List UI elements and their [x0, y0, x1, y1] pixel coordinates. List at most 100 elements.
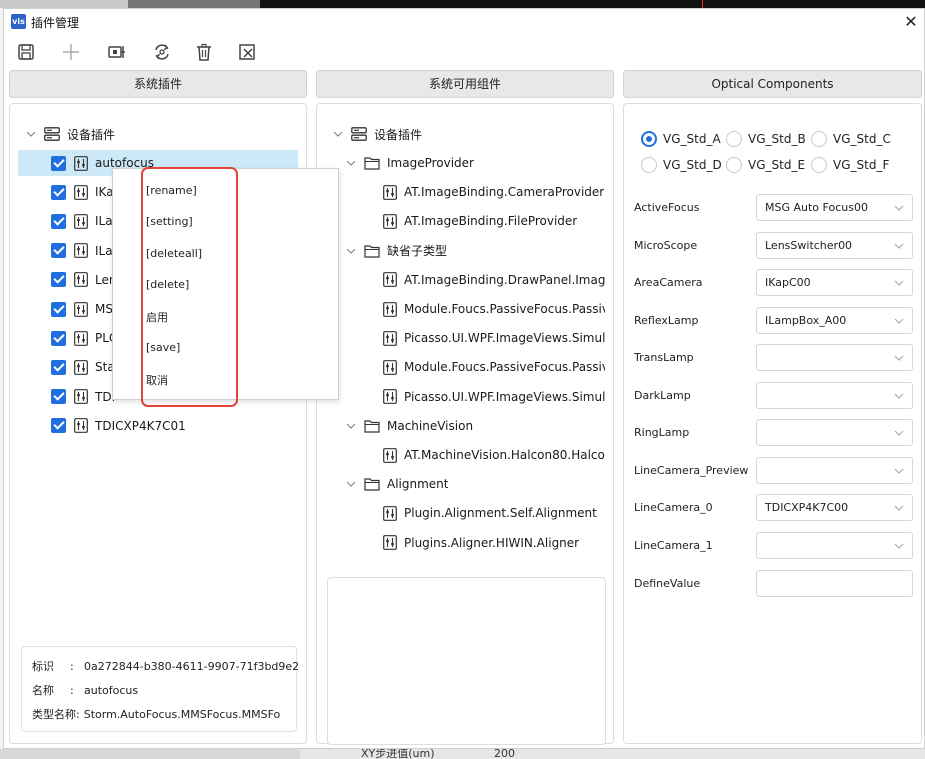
tab-system-plugins[interactable]: 系统插件 — [9, 70, 307, 98]
context-menu: [rename] [setting] [deleteall] [delete] 启用 [s… — [112, 168, 339, 400]
checkbox[interactable] — [51, 301, 66, 317]
info-name-value: autofocus — [84, 684, 139, 697]
chevron-down-icon[interactable] — [346, 246, 356, 256]
radio-button[interactable] — [641, 131, 657, 147]
close-button[interactable]: ✕ — [900, 11, 922, 33]
radio-button[interactable] — [811, 131, 827, 147]
plugin-icon — [74, 184, 88, 200]
property-select[interactable] — [756, 456, 913, 484]
property-select[interactable] — [756, 419, 913, 446]
context-menu-item[interactable]: [save] — [146, 341, 180, 354]
group-label: MachineVision — [387, 418, 474, 433]
background-red-line — [702, 0, 703, 8]
plugin-icon — [383, 330, 397, 346]
component-item[interactable]: Module.Foucs.PassiveFocus.PassiveFc — [383, 354, 605, 380]
plugin-row[interactable]: IKa — [18, 179, 114, 205]
property-select[interactable] — [756, 344, 913, 371]
property-select[interactable] — [756, 531, 913, 559]
radio-button[interactable] — [726, 157, 742, 173]
component-item[interactable]: AT.ImageBinding.CameraProvider — [383, 179, 605, 205]
property-value: IKapC00 — [765, 276, 811, 289]
context-menu-item[interactable]: [delete] — [146, 278, 189, 291]
chevron-down-icon[interactable] — [26, 129, 36, 139]
delete-icon[interactable] — [192, 40, 216, 64]
plugin-label: MS — [95, 302, 113, 316]
plugin-row[interactable]: Sta — [18, 354, 115, 380]
radio-button[interactable] — [641, 157, 657, 173]
property-select[interactable] — [756, 381, 913, 409]
add-icon[interactable] — [59, 40, 83, 64]
radio-option[interactable]: VG_Std_B — [726, 131, 806, 147]
plugin-icon — [383, 505, 397, 521]
component-item[interactable]: AT.ImageBinding.FileProvider — [383, 208, 605, 234]
folder-icon — [364, 156, 380, 170]
radio-button[interactable] — [726, 131, 742, 147]
refresh-icon[interactable] — [150, 40, 174, 64]
info-type-key: 类型名称: — [32, 708, 80, 721]
plugin-icon — [74, 155, 88, 171]
plugin-row[interactable]: TDICXP4K7C01 — [18, 413, 186, 439]
chevron-down-icon[interactable] — [346, 421, 356, 431]
property-select[interactable]: IKapC00 — [756, 269, 913, 296]
context-menu-item[interactable]: [deleteall] — [146, 247, 202, 260]
tab-available-components[interactable]: 系统可用组件 — [316, 70, 614, 98]
context-menu-item[interactable]: [rename] — [146, 184, 197, 197]
checkbox[interactable] — [51, 243, 66, 259]
checkbox[interactable] — [51, 418, 66, 434]
property-select[interactable]: LensSwitcher00 — [756, 231, 913, 259]
component-item[interactable]: AT.MachineVision.Halcon80.Halcon1! — [383, 442, 605, 468]
mid-tree-root[interactable]: 设备插件 — [333, 121, 422, 147]
checkbox[interactable] — [51, 155, 66, 171]
component-item[interactable]: Module.Foucs.PassiveFocus.PassiveFc — [383, 296, 605, 322]
server-icon — [351, 127, 367, 141]
property-select[interactable]: TDICXP4K7C00 — [756, 494, 913, 521]
component-item[interactable]: AT.ImageBinding.DrawPanel.ImagePr — [383, 267, 605, 293]
checkbox[interactable] — [51, 272, 66, 288]
save-icon[interactable] — [14, 40, 38, 64]
plugin-info-box: 标识:0a272844-b380-4611-9907-71f3bd9e2 名称:… — [21, 646, 299, 732]
chevron-down-icon[interactable] — [346, 479, 356, 489]
radio-option[interactable]: VG_Std_D — [641, 157, 722, 173]
chevron-down-icon[interactable] — [346, 158, 356, 168]
clear-icon[interactable] — [235, 40, 259, 64]
component-detail-box — [327, 577, 606, 745]
chevron-down-icon — [894, 203, 904, 213]
checkbox[interactable] — [51, 184, 66, 200]
define-value-input[interactable] — [756, 570, 913, 597]
tab-optical-components[interactable]: Optical Components — [623, 70, 922, 98]
property-select[interactable]: ILampBox_A00 — [756, 306, 913, 334]
plugin-row[interactable]: ILar — [18, 208, 118, 234]
radio-option[interactable]: VG_Std_F — [811, 157, 889, 173]
plugin-row[interactable]: TDI — [18, 384, 115, 410]
component-item[interactable]: Picasso.UI.WPF.ImageViews.Simulate — [383, 325, 605, 351]
checkbox[interactable] — [51, 359, 66, 375]
checkbox[interactable] — [51, 330, 66, 346]
mid-tree-root-label: 设备插件 — [374, 127, 423, 142]
context-menu-item[interactable]: 取消 — [146, 372, 168, 388]
component-group[interactable]: 缺省子类型 — [346, 238, 447, 264]
radio-button[interactable] — [811, 157, 827, 173]
context-menu-item[interactable]: 启用 — [146, 309, 168, 325]
radio-option[interactable]: VG_Std_E — [726, 157, 805, 173]
plugin-row[interactable]: PLC — [18, 325, 117, 351]
chevron-down-icon[interactable] — [333, 129, 343, 139]
plugin-row[interactable]: MS — [18, 296, 113, 322]
component-group[interactable]: ImageProvider — [346, 150, 474, 176]
tree-root-device-plugins[interactable]: 设备插件 — [26, 121, 115, 147]
checkbox[interactable] — [51, 213, 66, 229]
device-icon[interactable] — [105, 40, 129, 64]
plugin-row[interactable]: Len — [18, 267, 116, 293]
plugin-icon — [383, 184, 397, 200]
component-label: AT.ImageBinding.CameraProvider — [404, 185, 605, 200]
radio-option[interactable]: VG_Std_A — [641, 131, 721, 147]
component-item[interactable]: Picasso.UI.WPF.ImageViews.Simulate — [383, 384, 605, 410]
checkbox[interactable] — [51, 389, 66, 405]
component-group[interactable]: MachineVision — [346, 413, 473, 439]
plugin-row[interactable]: ILar — [18, 238, 118, 264]
component-group[interactable]: Alignment — [346, 471, 448, 497]
component-item[interactable]: Plugin.Alignment.Self.Alignment — [383, 500, 605, 526]
component-item[interactable]: Plugins.Aligner.HIWIN.Aligner — [383, 530, 605, 556]
property-select[interactable]: MSG Auto Focus00 — [756, 194, 913, 221]
radio-option[interactable]: VG_Std_C — [811, 131, 891, 147]
context-menu-item[interactable]: [setting] — [146, 215, 193, 228]
